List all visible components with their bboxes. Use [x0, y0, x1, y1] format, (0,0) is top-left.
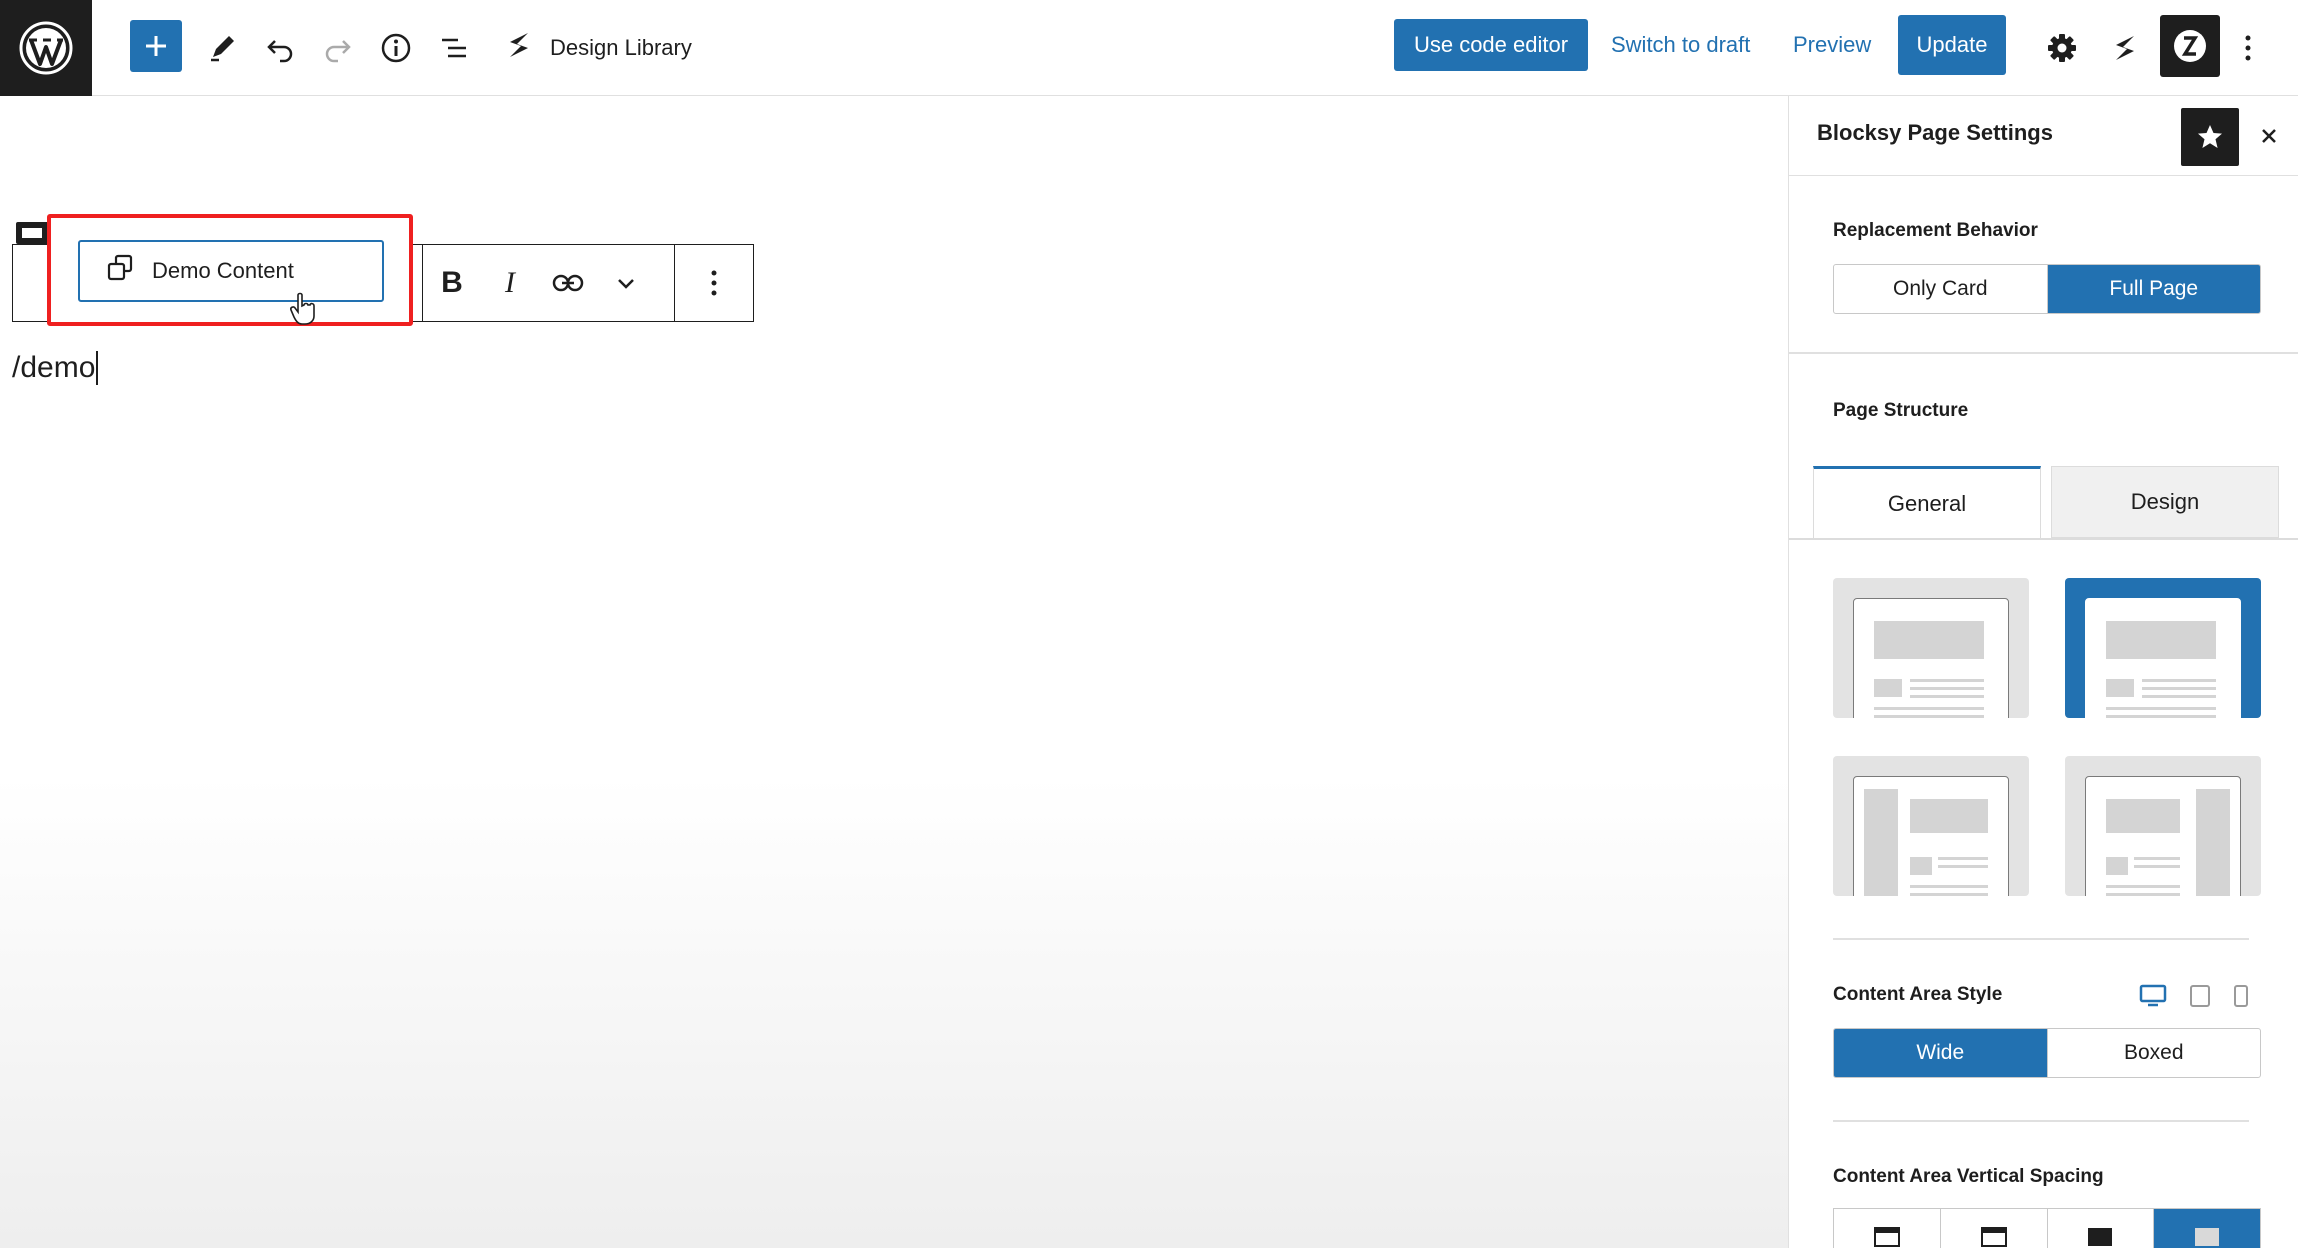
blocksy-settings-icon[interactable] [2160, 15, 2220, 77]
layout-no-sidebar-narrow[interactable] [2065, 578, 2261, 718]
replacement-behavior-toggle: Only Card Full Page [1833, 264, 2261, 314]
pencil-icon[interactable] [196, 22, 248, 74]
add-block-button[interactable] [130, 20, 182, 72]
desktop-icon[interactable] [2139, 984, 2167, 1013]
use-code-editor-button[interactable]: Use code editor [1394, 19, 1588, 71]
demo-content-option[interactable]: Demo Content [78, 240, 384, 302]
content-area-style-toggle: Wide Boxed [1833, 1028, 2261, 1078]
vertical-spacing-options [1833, 1208, 2261, 1248]
wordpress-logo-icon[interactable] [0, 0, 92, 96]
bold-button[interactable]: B [423, 245, 481, 321]
spacing-top-option[interactable] [1939, 1209, 2047, 1248]
tablet-icon[interactable] [2189, 984, 2211, 1013]
undo-icon[interactable] [254, 22, 306, 74]
layout-preview [2085, 598, 2241, 718]
block-options-icon[interactable] [675, 245, 753, 321]
layout-right-sidebar[interactable] [2065, 756, 2261, 896]
redo-icon[interactable] [312, 22, 364, 74]
star-icon[interactable] [2181, 108, 2239, 166]
update-button[interactable]: Update [1898, 15, 2006, 75]
gear-icon[interactable] [2036, 22, 2088, 74]
info-icon[interactable] [370, 22, 422, 74]
text-caret [96, 351, 99, 385]
italic-button[interactable]: I [481, 245, 539, 321]
slash-command-text: /demo [12, 351, 96, 384]
chevron-down-icon[interactable] [597, 245, 655, 321]
mobile-icon[interactable] [2233, 984, 2249, 1013]
switch-to-draft-button[interactable]: Switch to draft [1611, 19, 1750, 71]
stackable-logo-icon [504, 30, 534, 66]
content-area-style-label: Content Area Style [1833, 984, 2003, 1005]
list-view-icon[interactable] [428, 22, 480, 74]
layout-preview [1853, 776, 2009, 896]
close-icon[interactable] [2251, 118, 2287, 154]
device-switcher [2139, 984, 2249, 1013]
page-structure-tabs: General Design [1813, 466, 2298, 538]
sidebar-title: Blocksy Page Settings [1817, 120, 2053, 145]
layout-no-sidebar[interactable] [1833, 578, 2029, 718]
spacing-bottom-option[interactable] [2046, 1209, 2154, 1248]
page-structure-label: Page Structure [1833, 400, 1969, 421]
document-title-label: Design Library [550, 35, 692, 60]
demo-content-label: Demo Content [152, 258, 294, 283]
boxed-option[interactable]: Boxed [2046, 1029, 2261, 1077]
layout-left-sidebar[interactable] [1833, 756, 2029, 896]
block-type-icon [16, 222, 50, 244]
document-title[interactable]: Design Library [504, 22, 692, 74]
top-toolbar: Design Library Use code editor Switch to… [0, 0, 2298, 96]
layout-preview [1853, 598, 2009, 718]
tab-general[interactable]: General [1813, 466, 2041, 538]
link-icon[interactable] [539, 245, 597, 321]
hand-cursor-icon [290, 292, 318, 331]
section-divider [1789, 352, 2298, 354]
tab-design[interactable]: Design [2051, 466, 2279, 538]
content-area-vertical-spacing-label: Content Area Vertical Spacing [1833, 1166, 2104, 1187]
full-page-option[interactable]: Full Page [2046, 265, 2260, 313]
sidebar-header: Blocksy Page Settings [1789, 96, 2298, 176]
layout-preview [2085, 776, 2241, 896]
more-options-icon[interactable] [2222, 22, 2274, 74]
wide-option[interactable]: Wide [1834, 1029, 2047, 1077]
paragraph-text[interactable]: /demo [12, 348, 99, 388]
format-controls: B I [423, 245, 675, 321]
spacing-top-bottom-option[interactable] [1834, 1209, 1940, 1248]
duplicate-icon [106, 254, 134, 288]
replacement-behavior-label: Replacement Behavior [1833, 220, 2038, 241]
settings-sidebar: Blocksy Page Settings Replacement Behavi… [1788, 96, 2298, 1248]
section-divider [1833, 1120, 2249, 1122]
preview-button[interactable]: Preview [1793, 19, 1871, 71]
spacing-none-option[interactable] [2153, 1209, 2260, 1248]
tabs-underline [1789, 538, 2298, 540]
section-divider [1833, 938, 2249, 940]
stackable-settings-icon[interactable] [2099, 22, 2151, 74]
only-card-option[interactable]: Only Card [1834, 265, 2047, 313]
